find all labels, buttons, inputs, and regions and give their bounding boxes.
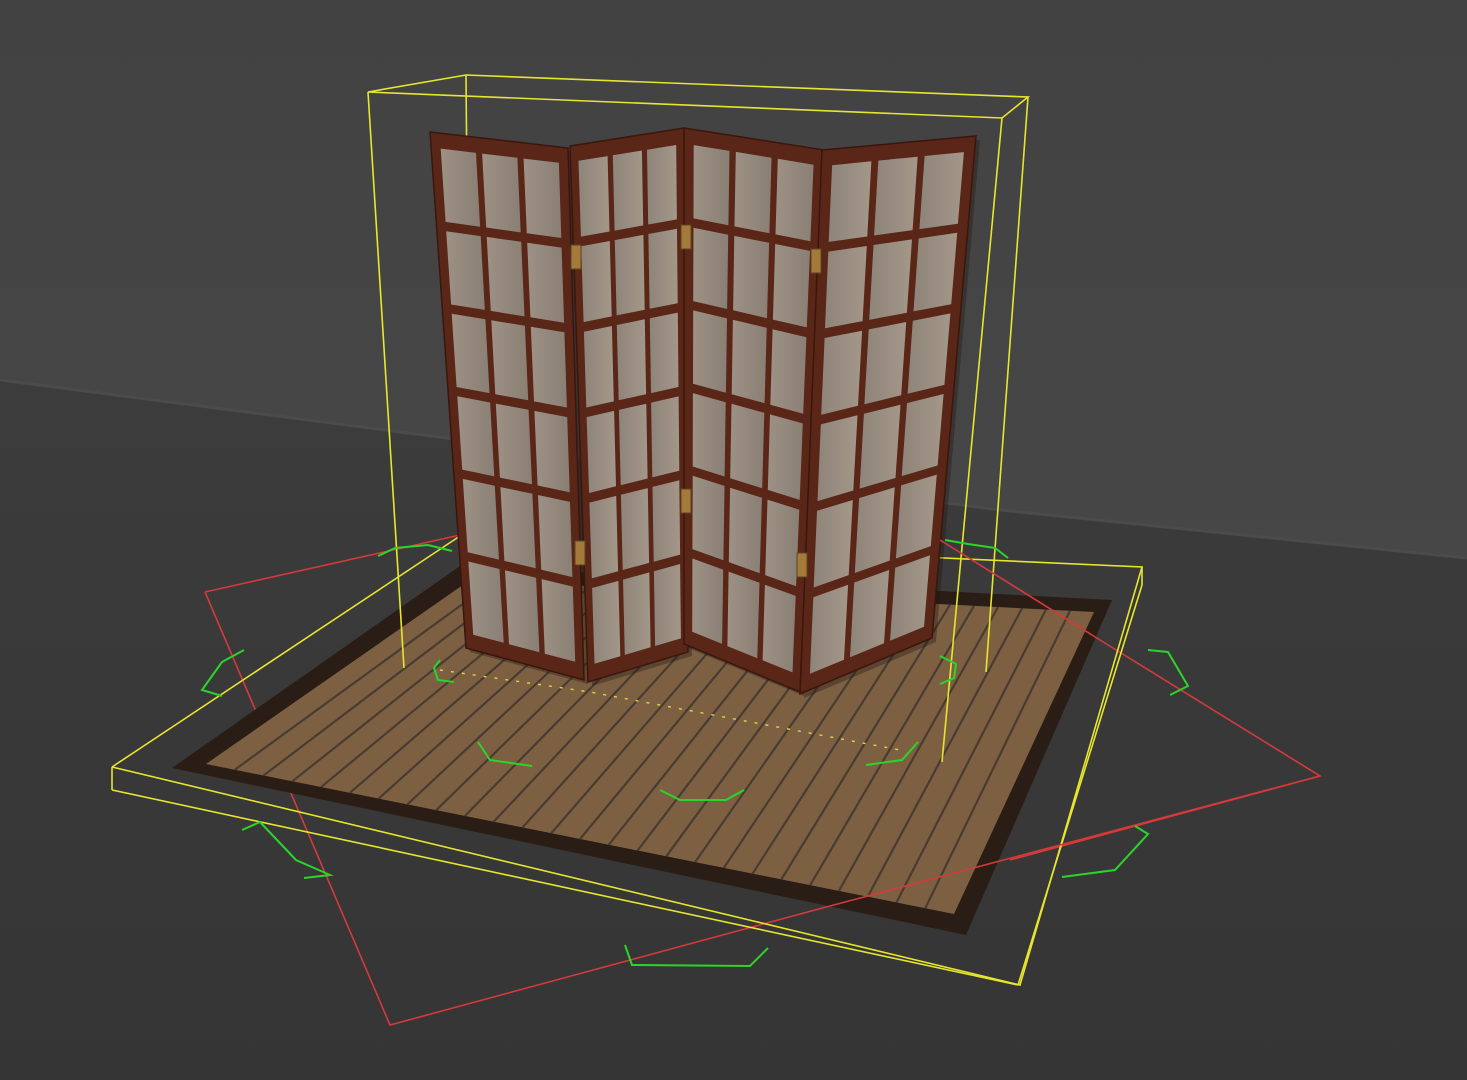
paper-pane [864, 322, 907, 405]
paper-pane [451, 313, 490, 394]
paper-pane [817, 415, 858, 502]
paper-pane [457, 396, 495, 477]
paper-pane [614, 234, 645, 316]
paper-pane [491, 320, 529, 401]
paper-pane [919, 152, 964, 230]
paper-pane [647, 145, 677, 225]
hinge [570, 244, 582, 270]
paper-pane [534, 410, 570, 493]
hinge [680, 488, 692, 514]
paper-pane [623, 572, 651, 655]
paper-pane [874, 156, 918, 236]
paper-pane [775, 158, 814, 242]
paper-pane [538, 495, 573, 578]
paper-pane [612, 150, 644, 231]
paper-pane [586, 410, 616, 493]
paper-pane [523, 158, 562, 238]
paper-pane [468, 561, 504, 643]
paper-pane [589, 495, 619, 579]
paper-pane [651, 396, 680, 478]
paper-pane [578, 156, 610, 237]
paper-pane [693, 310, 727, 393]
paper-pane [482, 153, 521, 233]
paper-pane [825, 246, 867, 329]
paper-pane [765, 499, 800, 587]
paper-pane [907, 313, 951, 394]
paper-pane [581, 241, 612, 323]
paper-pane [821, 330, 863, 415]
screen-panel-2[interactable] [569, 127, 692, 686]
paper-pane [767, 414, 803, 500]
paper-pane [692, 393, 726, 477]
paper-pane [692, 475, 725, 561]
paper-pane [693, 145, 730, 226]
paper-pane [592, 580, 621, 664]
paper-pane [505, 570, 540, 653]
paper-pane [616, 319, 647, 401]
hinge [810, 248, 822, 274]
shoji-screen[interactable] [429, 127, 980, 698]
paper-pane [813, 500, 853, 588]
paper-pane [500, 487, 536, 569]
paper-pane [648, 228, 678, 309]
paper-pane [828, 161, 872, 242]
paper-pane [618, 403, 648, 486]
paper-pane [541, 579, 576, 662]
viewport-canvas[interactable] [0, 0, 1467, 1080]
3d-viewport[interactable] [0, 0, 1467, 1080]
paper-pane [530, 326, 567, 408]
paper-pane [693, 227, 729, 309]
paper-pane [854, 487, 895, 573]
paper-pane [762, 584, 796, 673]
paper-pane [620, 488, 650, 570]
paper-pane [772, 244, 810, 328]
paper-pane [901, 394, 944, 477]
paper-pane [859, 404, 901, 489]
paper-pane [653, 564, 681, 646]
paper-pane [809, 584, 849, 674]
paper-pane [692, 558, 724, 644]
paper-pane [446, 231, 485, 310]
paper-pane [913, 232, 958, 312]
paper-pane [728, 487, 762, 574]
hinge [680, 224, 692, 250]
paper-pane [583, 326, 614, 408]
paper-pane [462, 478, 499, 560]
paper-pane [440, 148, 481, 227]
paper-pane [495, 403, 532, 485]
paper-pane [527, 242, 565, 323]
paper-pane [895, 474, 937, 559]
paper-pane [486, 236, 525, 317]
hinge [574, 540, 586, 566]
hinge [796, 552, 808, 578]
paper-pane [649, 312, 679, 394]
paper-pane [733, 235, 770, 319]
paper-pane [731, 319, 767, 404]
paper-pane [869, 239, 912, 320]
paper-pane [734, 151, 772, 234]
paper-pane [652, 480, 681, 562]
paper-pane [727, 571, 760, 659]
paper-pane [770, 329, 807, 414]
paper-pane [730, 403, 765, 489]
